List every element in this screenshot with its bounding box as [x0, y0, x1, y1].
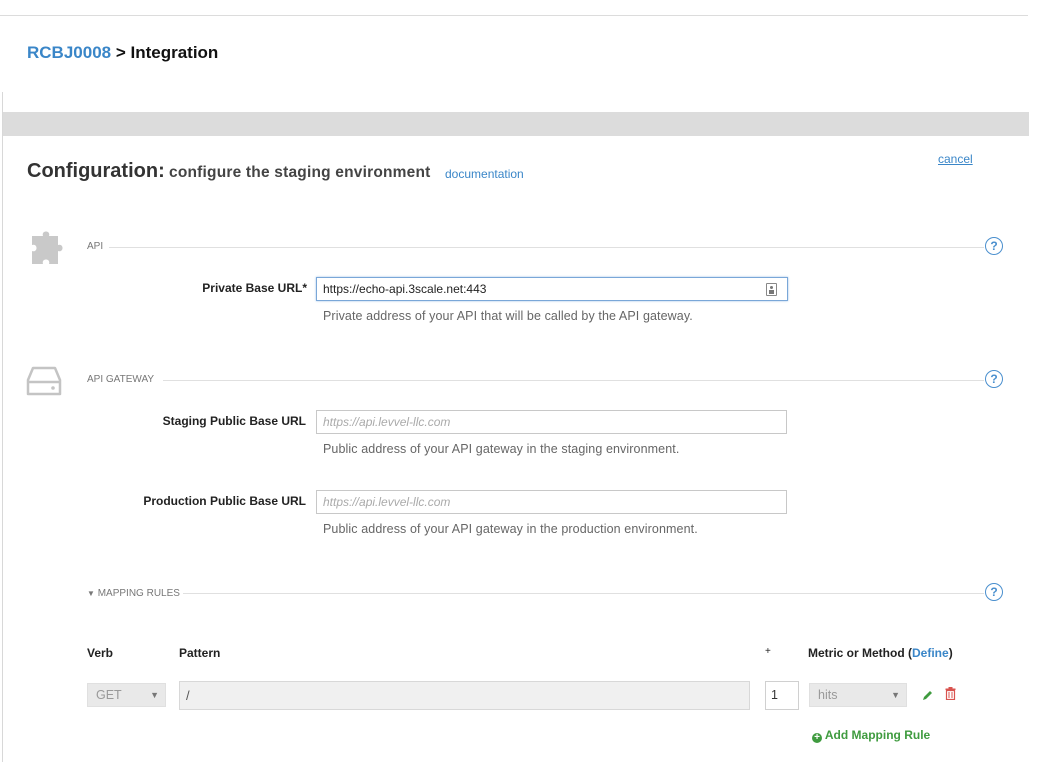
breadcrumb-service-link[interactable]: RCBJ0008 — [27, 43, 111, 62]
increment-value: 1 — [771, 688, 778, 702]
api-section-label: API — [87, 241, 104, 252]
metric-select-value: hits — [818, 688, 838, 702]
metric-select[interactable]: hits ▼ — [809, 683, 907, 707]
puzzle-icon — [30, 228, 70, 266]
metric-header-close: ) — [948, 646, 953, 660]
production-url-placeholder: https://api.levvel-llc.com — [323, 495, 451, 509]
verb-select-value: GET — [96, 688, 122, 702]
mapping-help-icon[interactable]: ? — [985, 583, 1003, 601]
caret-down-icon: ▼ — [87, 589, 95, 598]
top-divider — [0, 15, 1028, 16]
private-url-hint: Private address of your API that will be… — [323, 309, 693, 323]
select-arrow-icon: ▼ — [150, 690, 159, 700]
api-section-divider — [109, 247, 984, 248]
delete-trash-icon[interactable] — [945, 687, 956, 701]
increment-input[interactable]: 1 — [765, 681, 799, 710]
plus-circle-icon: + — [812, 733, 822, 743]
server-drive-icon — [26, 366, 62, 397]
autofill-icon[interactable] — [766, 283, 777, 296]
staging-url-hint: Public address of your API gateway in th… — [323, 442, 680, 456]
documentation-link[interactable]: documentation — [445, 167, 524, 181]
mapping-rules-toggle[interactable]: ▼ MAPPING RULES — [87, 588, 180, 599]
private-url-input[interactable]: https://echo-api.3scale.net:443 — [316, 277, 788, 301]
metric-header: Metric or Method (Define) — [808, 646, 953, 660]
breadcrumb: RCBJ0008 > Integration — [27, 43, 218, 63]
edit-pencil-icon[interactable] — [922, 688, 934, 700]
increment-header: + — [765, 646, 771, 657]
cancel-link[interactable]: cancel — [938, 152, 973, 166]
gateway-section-divider — [163, 380, 984, 381]
pattern-input[interactable]: / — [179, 681, 750, 710]
verb-header: Verb — [87, 646, 114, 660]
api-help-icon[interactable]: ? — [985, 237, 1003, 255]
private-url-label: Private Base URL* — [202, 281, 307, 295]
configuration-title: Configuration: — [27, 160, 165, 182]
metric-header-label: Metric or Method ( — [808, 646, 912, 660]
pattern-header: Pattern — [179, 646, 221, 660]
staging-url-input[interactable]: https://api.levvel-llc.com — [316, 410, 787, 434]
configuration-subtitle: configure the staging environment — [169, 164, 431, 181]
staging-url-label: Staging Public Base URL — [162, 414, 306, 428]
panel-header-bar — [3, 112, 1029, 136]
pattern-value: / — [186, 688, 190, 703]
breadcrumb-current: Integration — [130, 43, 219, 62]
verb-select[interactable]: GET ▼ — [87, 683, 166, 707]
production-url-label: Production Public Base URL — [143, 494, 306, 508]
staging-url-placeholder: https://api.levvel-llc.com — [323, 415, 451, 429]
production-url-input[interactable]: https://api.levvel-llc.com — [316, 490, 787, 514]
select-arrow-icon: ▼ — [891, 690, 900, 700]
mapping-rules-label: MAPPING RULES — [97, 588, 180, 599]
add-mapping-rule-button[interactable]: + Add Mapping Rule — [812, 728, 930, 743]
gateway-help-icon[interactable]: ? — [985, 370, 1003, 388]
mapping-section-divider — [183, 593, 984, 594]
add-mapping-rule-label: Add Mapping Rule — [824, 728, 931, 742]
production-url-hint: Public address of your API gateway in th… — [323, 522, 698, 536]
gateway-section-label: API GATEWAY — [87, 374, 155, 385]
panel-left-border — [2, 92, 3, 762]
breadcrumb-separator: > — [111, 43, 131, 62]
define-metric-link[interactable]: Define — [912, 646, 949, 660]
private-url-value: https://echo-api.3scale.net:443 — [323, 282, 487, 296]
